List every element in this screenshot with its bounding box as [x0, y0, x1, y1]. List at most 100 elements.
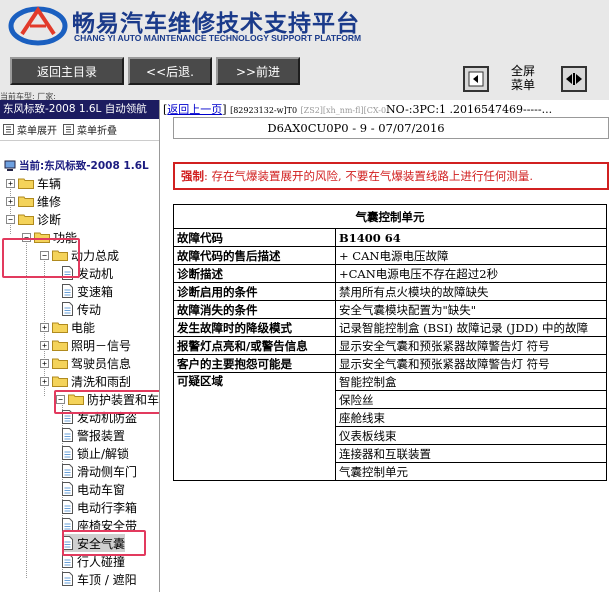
document-icon — [62, 428, 73, 442]
tree-item-n9[interactable]: + 电能 — [40, 318, 95, 336]
suspect-item: 座舱线束 — [335, 408, 607, 427]
warning-rest: , 不要在气爆装置线路上进行任何测量. — [338, 169, 533, 183]
tree-item-n17[interactable]: 滑动侧车门 — [62, 462, 137, 480]
home-button[interactable]: 返回主目录 — [10, 57, 124, 85]
tree-item-n18[interactable]: 电动车窗 — [62, 480, 125, 498]
tree-item-label: 变速箱 — [77, 284, 114, 299]
collapse-toggle[interactable]: − — [6, 214, 15, 224]
document-icon — [62, 464, 73, 478]
expand-menu-label: 菜单展开 — [17, 126, 57, 137]
tree-item-label: 电动车窗 — [77, 482, 126, 497]
tree-item-n7[interactable]: 变速箱 — [62, 282, 113, 300]
grid-icon — [63, 124, 74, 135]
logo-icon — [8, 6, 68, 46]
current-vehicle: 当前:东风标致-2008 1.6L — [4, 158, 149, 173]
row-label: 故障代码的售后描述 — [173, 246, 336, 265]
expand-toggle[interactable]: + — [40, 322, 49, 332]
tree-item-label: 锁止/解锁 — [77, 446, 130, 461]
tree-item-n8[interactable]: 传动 — [62, 300, 101, 318]
back-link[interactable]: 返回上一页 — [167, 103, 222, 116]
document-icon — [62, 554, 73, 568]
row-label: 发生故障时的降级模式 — [173, 318, 336, 337]
folder-icon — [52, 322, 68, 333]
tree-item-label: 发动机 — [77, 266, 114, 281]
warning-red-text: 气爆装置展开的风险 — [234, 169, 339, 183]
folder-icon — [18, 196, 34, 207]
tree-item-n19[interactable]: 电动行李箱 — [62, 498, 137, 516]
expand-toggle[interactable]: + — [40, 340, 49, 350]
suspect-item: 连接器和互联装置 — [335, 444, 607, 463]
tree-item-label: 警报装置 — [77, 428, 126, 443]
tree-item-label: 诊断 — [37, 212, 62, 227]
tree-item-label: 电动行李箱 — [77, 500, 138, 515]
app-subtitle: CHANG YI AUTO MAINTENANCE TECHNOLOGY SUP… — [74, 33, 362, 43]
document-icon — [62, 302, 73, 316]
table-row: 可疑区域 智能控制盒 — [173, 372, 607, 481]
row-value: B1400 64 — [335, 228, 607, 247]
folder-icon — [52, 358, 68, 369]
row-value: + CAN电源电压故障 — [335, 246, 607, 265]
suspect-item: 保险丝 — [335, 390, 607, 409]
row-label: 客户的主要抱怨可能是 — [173, 354, 336, 373]
warning-strong: 强制 — [181, 169, 204, 183]
row-label: 报警灯点亮和/或警告信息 — [173, 336, 336, 355]
tree-item-n23[interactable]: 车顶 / 遮阳 — [62, 570, 137, 588]
row-value: 禁用所有点火模块的故障缺失 — [335, 282, 607, 301]
tree-item-label: 清洗和雨刮 — [71, 374, 132, 389]
tree-item-n16[interactable]: 锁止/解锁 — [62, 444, 129, 462]
warning-text: : 存在 — [204, 169, 235, 183]
fault-table: 气囊控制单元 故障代码 B1400 64 故障代码的售后描述 + CAN电源电压故障诊断… — [173, 204, 607, 481]
grid-icon — [3, 124, 14, 135]
row-value: 显示安全气囊和预张紧器故障警告灯 符号 — [335, 354, 607, 373]
tree-item-label: 车顶 / 遮阳 — [77, 572, 137, 587]
table-row: 故障代码 B1400 64 — [173, 228, 607, 247]
tree-item-label: 驾驶员信息 — [71, 356, 132, 371]
table-row: 报警灯点亮和/或警告信息 显示安全气囊和预张紧器故障警告灯 符号 — [173, 336, 607, 355]
doc-id: D6AX0CU0P0 - 9 - 07/07/2016 — [173, 117, 609, 139]
doc-meta: [ZS2][xh_nm-fl][CX-0 — [300, 106, 387, 115]
highlight-box — [2, 238, 80, 278]
doc-header-line: [返回上一页] [82923132-w]T0 [ZS2][xh_nm-fl][C… — [163, 103, 553, 116]
row-value: +CAN电源电压不存在超过2秒 — [335, 264, 607, 283]
tree-item-n1[interactable]: + 车辆 — [6, 174, 61, 192]
fullscreen-button[interactable] — [561, 66, 587, 92]
row-value: 显示安全气囊和预张紧器故障警告灯 符号 — [335, 336, 607, 355]
main-content: [返回上一页] [82923132-w]T0 [ZS2][xh_nm-fl][C… — [161, 100, 609, 592]
table-caption-row: 气囊控制单元 — [173, 204, 607, 229]
row-label: 故障代码 — [173, 228, 336, 247]
collapse-menu-button[interactable]: 菜单折叠 — [63, 122, 117, 137]
collapse-menu-label: 菜单折叠 — [77, 126, 117, 137]
document-icon — [62, 284, 73, 298]
row-label: 诊断启用的条件 — [173, 282, 336, 301]
document-icon — [62, 572, 73, 586]
doc-ref: NO-:3PC:1 .2016547469-----... — [386, 103, 553, 116]
expand-toggle[interactable]: + — [40, 376, 49, 386]
warning-box: 强制: 存在气爆装置展开的风险, 不要在气爆装置线路上进行任何测量. — [173, 162, 609, 190]
tree-item-n15[interactable]: 警报装置 — [62, 426, 125, 444]
row-value: 记录智能控制盒 (BSI) 故障记录 (JDD) 中的故障 — [335, 318, 607, 337]
folder-icon — [18, 214, 34, 225]
tree-item-n3[interactable]: − 诊断 — [6, 210, 61, 228]
expand-toggle[interactable]: + — [6, 178, 15, 188]
tree-tools: 菜单展开 菜单折叠 — [0, 119, 159, 141]
highlight-box — [54, 390, 159, 414]
forward-button[interactable]: >>前进 — [216, 57, 300, 85]
row-value: 安全气囊模块配置为"缺失" — [335, 300, 607, 319]
tree-item-n10[interactable]: + 照明－信号 — [40, 336, 131, 354]
tree-connector — [26, 238, 27, 578]
folder-icon — [52, 340, 68, 351]
collapse-left-button[interactable] — [463, 66, 489, 92]
expand-toggle[interactable]: + — [40, 358, 49, 368]
document-icon — [62, 500, 73, 514]
expand-menu-button[interactable]: 菜单展开 — [3, 122, 57, 137]
tree-item-n12[interactable]: + 清洗和雨刮 — [40, 372, 131, 390]
arrows-out-icon — [566, 73, 582, 85]
tree-item-n11[interactable]: + 驾驶员信息 — [40, 354, 131, 372]
suspect-label: 可疑区域 — [173, 372, 336, 481]
expand-toggle[interactable]: + — [6, 196, 15, 206]
document-icon — [62, 482, 73, 496]
back-button[interactable]: <<后退. — [128, 57, 212, 85]
doc-code: [82923132-w]T0 — [230, 106, 298, 115]
header: 畅易汽车维修技术支持平台 CHANG YI AUTO MAINTENANCE T… — [0, 0, 609, 101]
tree-item-n2[interactable]: + 维修 — [6, 192, 61, 210]
